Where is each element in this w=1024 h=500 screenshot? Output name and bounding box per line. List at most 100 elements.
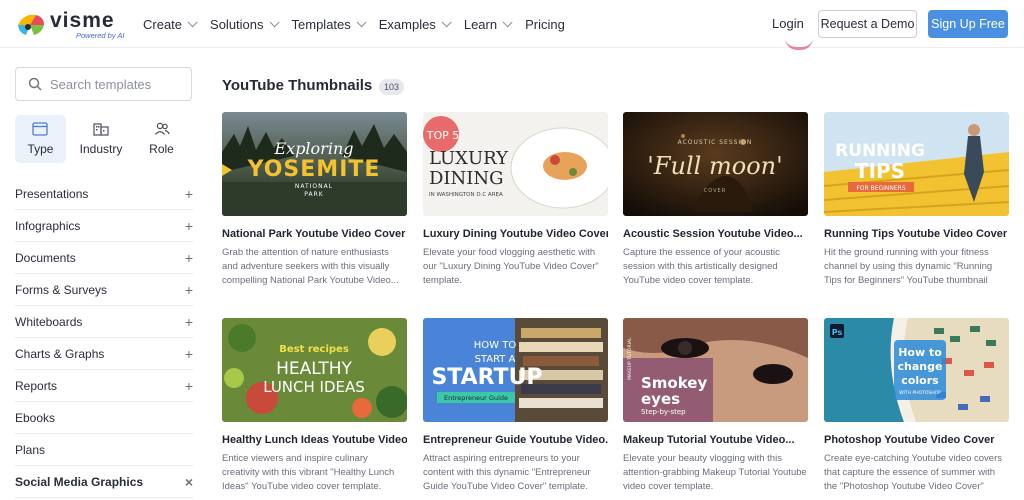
template-card-entrepreneur-guide[interactable]: HOW TO START A STARTUP Entrepreneur Guid… (423, 318, 608, 494)
close-icon[interactable]: × (185, 474, 193, 490)
logo-wordmark: visme Powered by AI (50, 8, 125, 40)
thumbnail-image[interactable]: TOP 5 LUXURY DINING IN WASHINGTON D.C AR… (423, 112, 608, 216)
thumbnail-image[interactable]: Best recipes HEALTHY LUNCH IDEAS (222, 318, 407, 422)
search-box[interactable] (15, 67, 192, 101)
thumbnail-image[interactable]: RUNNING TIPS FOR BEGINNERS (824, 112, 1009, 216)
nav-pricing[interactable]: Pricing (525, 17, 565, 32)
thumbnail-image[interactable]: Exploring YOSEMITE NATIONAL PARK (222, 112, 407, 216)
card-title[interactable]: Running Tips Youtube Video Cover (824, 228, 1009, 240)
thumb-text-3: STARTUP (431, 365, 542, 390)
thumb-text-2: 'Full moon' (647, 152, 782, 180)
nav-create[interactable]: Create (143, 17, 198, 32)
thumb-text-5: WITH PHOTOSHOP (899, 390, 941, 396)
thumb-text-3: COVER (704, 188, 726, 194)
category-social-media-graphics[interactable]: Social Media Graphics × (15, 466, 193, 498)
tab-industry[interactable]: Industry (71, 115, 131, 163)
thumb-text-1: ACOUSTIC SESSION (678, 139, 753, 146)
category-presentations[interactable]: Presentations + (15, 178, 193, 210)
users-icon (154, 122, 170, 135)
category-label: Infographics (15, 218, 81, 233)
category-label: Charts & Graphs (15, 346, 105, 361)
nav-solutions[interactable]: Solutions (210, 16, 280, 32)
thumbnail-image[interactable]: Ps How to change colors WITH PHOTOSHOP (824, 318, 1009, 422)
login-link[interactable]: Login (772, 16, 804, 31)
nav-templates[interactable]: Templates (291, 16, 367, 32)
template-card-luxury-dining[interactable]: TOP 5 LUXURY DINING IN WASHINGTON D.C AR… (423, 112, 608, 288)
thumb-text-3: Step-by-step (641, 408, 686, 416)
nav-examples[interactable]: Examples (378, 16, 452, 32)
category-label: Plans (15, 442, 46, 457)
chevron-down-icon (502, 16, 513, 27)
request-demo-button[interactable]: Request a Demo (818, 10, 917, 38)
category-forms-surveys[interactable]: Forms & Surveys + (15, 274, 193, 306)
template-card-acoustic-session[interactable]: ACOUSTIC SESSION 'Full moon' COVER Acous… (623, 112, 808, 288)
template-card-photoshop[interactable]: Ps How to change colors WITH PHOTOSHOP P… (824, 318, 1009, 494)
template-card-healthy-lunch[interactable]: Best recipes HEALTHY LUNCH IDEAS Healthy… (222, 318, 407, 494)
visme-logo[interactable]: visme Powered by AI (14, 10, 126, 40)
thumb-text-4: Entrepreneur Guide (444, 394, 508, 402)
sign-up-button[interactable]: Sign Up Free (928, 10, 1008, 38)
thumb-text-1: TOP 5 (426, 129, 460, 142)
plus-icon: + (184, 217, 193, 234)
thumb-text-3: change (898, 360, 943, 373)
category-label: Social Media Graphics (15, 474, 144, 489)
logo-tagline: Powered by AI (76, 30, 125, 40)
nav-label: Solutions (210, 16, 264, 32)
plus-icon: + (184, 249, 193, 266)
card-title[interactable]: Makeup Tutorial Youtube Video... (623, 434, 808, 446)
chevron-down-icon (187, 16, 198, 27)
card-title[interactable]: Healthy Lunch Ideas Youtube Video... (222, 434, 407, 446)
window-icon (32, 122, 49, 136)
top-navbar: visme Powered by AI Create Solutions Tem… (0, 0, 1024, 48)
tab-label: Industry (79, 142, 123, 156)
card-description: Elevate your beauty vlogging with this a… (623, 453, 807, 492)
thumb-text-2: TIPS (855, 159, 905, 183)
tab-type[interactable]: Type (15, 115, 66, 163)
thumb-text-3: FOR BEGINNERS (856, 185, 906, 192)
thumbnail-image[interactable]: MAKEUP TUTORIAL Smokey eyes Step-by-step (623, 318, 808, 422)
card-title[interactable]: Acoustic Session Youtube Video... (623, 228, 808, 240)
thumb-text-2: HEALTHY (276, 359, 352, 379)
thumb-text-1: Ps (832, 328, 843, 337)
thumbnail-image[interactable]: HOW TO START A STARTUP Entrepreneur Guid… (423, 318, 608, 422)
plus-icon: + (184, 185, 193, 202)
category-infographics[interactable]: Infographics + (15, 210, 193, 242)
tab-label: Type (27, 142, 54, 156)
category-label: Presentations (15, 186, 89, 201)
search-input[interactable] (50, 76, 190, 92)
card-description: Capture the essence of your acoustic ses… (623, 247, 780, 286)
category-label: Forms & Surveys (15, 282, 108, 297)
category-reports[interactable]: Reports + (15, 370, 193, 402)
card-description: Create eye-catching Youtube video covers… (824, 453, 1002, 492)
card-title[interactable]: National Park Youtube Video Cover (222, 228, 407, 240)
template-card-national-park[interactable]: Exploring YOSEMITE NATIONAL PARK Nationa… (222, 112, 407, 288)
page-title: YouTube Thumbnails (222, 77, 373, 94)
thumbnail-image[interactable]: ACOUSTIC SESSION 'Full moon' COVER (623, 112, 808, 216)
thumb-text-4: colors (901, 374, 939, 387)
category-ebooks[interactable]: Ebooks (15, 402, 193, 434)
card-description: Grab the attention of nature enthusiasts… (222, 247, 399, 286)
card-title[interactable]: Luxury Dining Youtube Video Cover (423, 228, 608, 240)
logo-text: visme (50, 8, 115, 32)
category-plans[interactable]: Plans (15, 434, 193, 466)
thumb-text-3: LUNCH IDEAS (263, 378, 365, 396)
card-title[interactable]: Entrepreneur Guide Youtube Video... (423, 434, 608, 446)
template-card-running-tips[interactable]: RUNNING TIPS FOR BEGINNERS Running Tips … (824, 112, 1009, 288)
card-description: Hit the ground running with your fitness… (824, 247, 993, 286)
card-title[interactable]: Photoshop Youtube Video Cover (824, 434, 1009, 446)
nav-label: Examples (378, 16, 436, 32)
thumb-text-1: HOW TO (474, 340, 517, 351)
category-documents[interactable]: Documents + (15, 242, 193, 274)
nav-learn[interactable]: Learn (464, 17, 513, 32)
template-card-makeup-tutorial[interactable]: MAKEUP TUTORIAL Smokey eyes Step-by-step… (623, 318, 808, 494)
category-charts-graphs[interactable]: Charts & Graphs + (15, 338, 193, 370)
category-label: Ebooks (15, 410, 56, 425)
search-icon (28, 77, 42, 91)
category-label: Reports (15, 378, 58, 393)
tab-role[interactable]: Role (136, 115, 187, 163)
nav-label: Templates (291, 16, 351, 32)
category-label: Whiteboards (15, 314, 83, 329)
thumb-text-1: Best recipes (279, 344, 349, 355)
category-whiteboards[interactable]: Whiteboards + (15, 306, 193, 338)
card-description: Elevate your food vlogging aesthetic wit… (423, 247, 599, 286)
